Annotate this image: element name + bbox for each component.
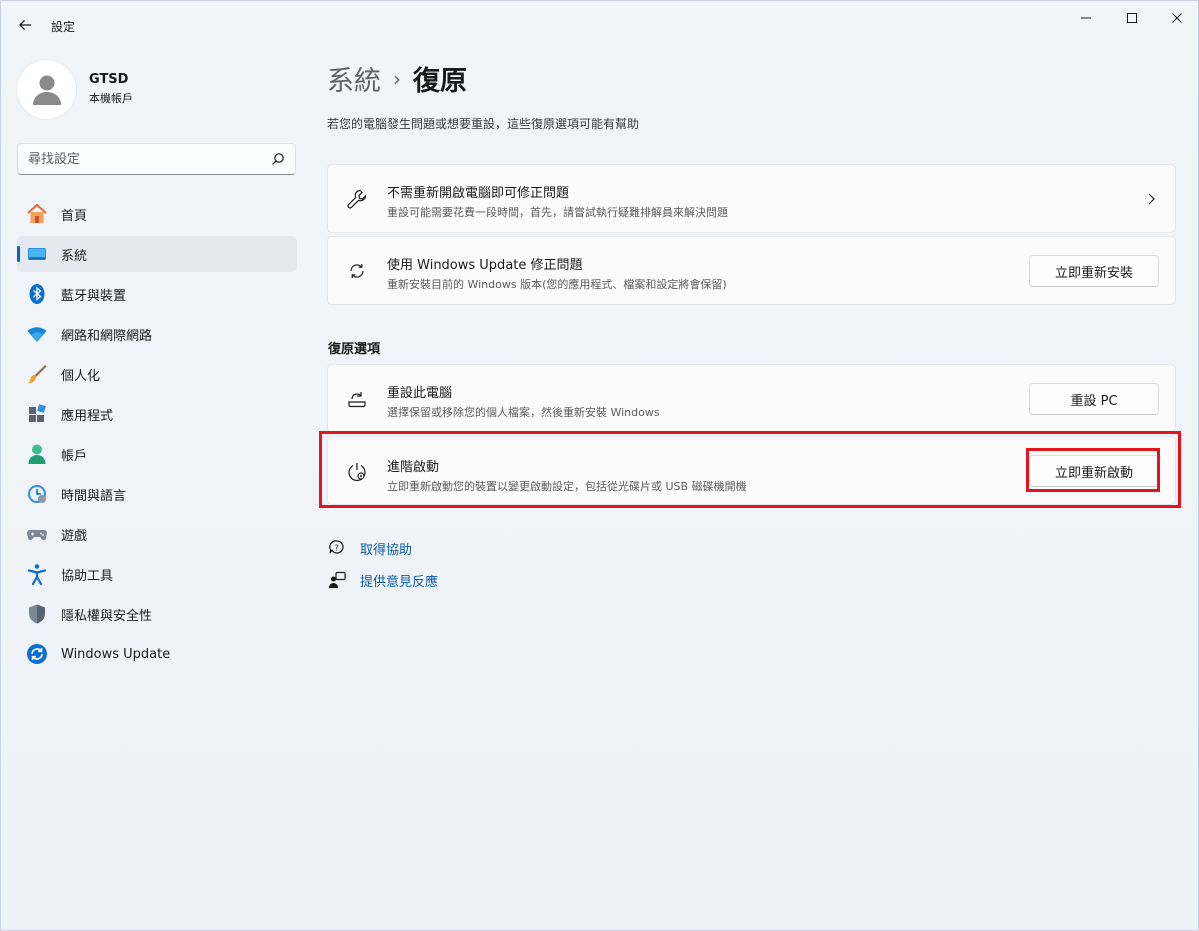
- advanced-startup-icon: [344, 459, 370, 485]
- back-button[interactable]: [11, 11, 39, 39]
- brush-icon: [25, 362, 49, 386]
- title-bar: 設定: [1, 1, 1198, 49]
- accessibility-icon: [25, 562, 49, 586]
- sidebar-item-accounts[interactable]: 帳戶: [17, 436, 297, 472]
- sidebar-item-label: 藍牙與裝置: [61, 288, 127, 304]
- sidebar-item-label: 時間與語言: [61, 488, 127, 504]
- user-avatar-icon: [32, 75, 61, 105]
- page-title: 復原: [413, 66, 467, 97]
- reset-pc-icon: [344, 386, 370, 412]
- page-subtitle: 若您的電腦發生問題或想要重設，這些復原選項可能有幫助: [327, 117, 640, 131]
- wrench-icon: [344, 186, 370, 212]
- reset-pc-button[interactable]: 重設 PC: [1029, 383, 1159, 415]
- sidebar-item-bluetooth[interactable]: 藍牙與裝置: [17, 276, 297, 312]
- restart-now-button[interactable]: 立即重新啟動: [1029, 455, 1159, 487]
- sidebar-item-windows-update[interactable]: Windows Update: [17, 636, 297, 672]
- home-icon: [25, 202, 49, 226]
- card-title: 不需重新開啟電腦即可修正問題: [387, 186, 570, 201]
- card-description: 重設可能需要花費一段時間，首先，請嘗試執行疑難排解員來解決問題: [387, 206, 728, 219]
- breadcrumb-parent[interactable]: 系統: [327, 59, 381, 98]
- get-help-link[interactable]: ? 取得協助: [327, 538, 412, 558]
- reset-pc-card: 重設此電腦 選擇保留或移除您的個人檔案，然後重新安裝 Windows 重設 PC: [327, 364, 1176, 433]
- account-icon: [25, 442, 49, 466]
- windows-update-icon: [25, 642, 49, 666]
- minimize-button[interactable]: [1063, 1, 1109, 35]
- sidebar-item-label: Windows Update: [61, 646, 171, 662]
- chevron-right-icon: [1148, 193, 1155, 205]
- sidebar-item-time-language[interactable]: 時間與語言: [17, 476, 297, 512]
- search-icon[interactable]: [271, 152, 285, 166]
- link-label[interactable]: 取得協助: [360, 539, 412, 558]
- sidebar-nav: 首頁 系統 藍牙與裝置 網路和網際網路 個人化 應用程式 帳戶 時間與語言 遊戲…: [17, 196, 297, 676]
- sidebar-item-label: 協助工具: [61, 568, 114, 584]
- sidebar-item-privacy[interactable]: 隱私權與安全性: [17, 596, 297, 632]
- sidebar-item-label: 網路和網際網路: [61, 328, 153, 344]
- reinstall-now-button[interactable]: 立即重新安裝: [1029, 255, 1159, 287]
- settings-window: 設定 GTSD 本機帳戶 尋找設定 首頁 系統 藍牙與裝置 網路和網際網路 個人…: [0, 0, 1199, 931]
- breadcrumb: 系統 › 復原: [327, 59, 467, 98]
- card-title: 進階啟動: [387, 460, 440, 475]
- sidebar-item-apps[interactable]: 應用程式: [17, 396, 297, 432]
- sidebar-item-label: 個人化: [61, 368, 101, 384]
- minimize-icon: [1081, 17, 1091, 19]
- close-icon: [1172, 13, 1182, 23]
- sidebar-item-system[interactable]: 系統: [17, 236, 297, 272]
- troubleshoot-card[interactable]: 不需重新開啟電腦即可修正問題 重設可能需要花費一段時間，首先，請嘗試執行疑難排解…: [327, 164, 1176, 233]
- apps-icon: [25, 402, 49, 426]
- sidebar-item-gaming[interactable]: 遊戲: [17, 516, 297, 552]
- sidebar-item-accessibility[interactable]: 協助工具: [17, 556, 297, 592]
- back-arrow-icon: [19, 20, 31, 30]
- shield-icon: [25, 602, 49, 626]
- search-box[interactable]: [17, 143, 296, 175]
- sidebar-item-personalization[interactable]: 個人化: [17, 356, 297, 392]
- user-profile[interactable]: GTSD 本機帳戶: [17, 59, 133, 119]
- close-button[interactable]: [1154, 1, 1199, 35]
- card-title: 重設此電腦: [387, 386, 453, 401]
- sidebar-item-label: 遊戲: [61, 528, 88, 544]
- maximize-icon: [1127, 13, 1137, 23]
- profile-name: GTSD: [89, 72, 129, 87]
- feedback-icon: [327, 570, 347, 590]
- breadcrumb-separator: ›: [393, 66, 401, 91]
- svg-text:?: ?: [335, 544, 339, 553]
- sync-icon: [344, 258, 370, 284]
- card-description: 立即重新啟動您的裝置以變更啟動設定，包括從光碟片或 USB 磁碟機開機: [387, 480, 747, 493]
- sidebar-item-home[interactable]: 首頁: [17, 196, 297, 232]
- card-description: 選擇保留或移除您的個人檔案，然後重新安裝 Windows: [387, 406, 660, 419]
- sidebar-item-label: 帳戶: [61, 448, 88, 464]
- help-icon: ?: [327, 538, 347, 558]
- system-icon: [25, 242, 49, 266]
- sidebar-item-label: 系統: [61, 248, 88, 264]
- advanced-startup-card: 進階啟動 立即重新啟動您的裝置以變更啟動設定，包括從光碟片或 USB 磁碟機開機…: [327, 436, 1176, 505]
- bluetooth-icon: [25, 282, 49, 306]
- section-title: 復原選項: [328, 342, 381, 357]
- sidebar-item-label: 應用程式: [61, 408, 114, 424]
- windows-update-fix-card: 使用 Windows Update 修正問題 重新安裝目前的 Windows 版…: [327, 236, 1176, 305]
- gamepad-icon: [25, 522, 49, 546]
- sidebar-item-network[interactable]: 網路和網際網路: [17, 316, 297, 352]
- sidebar-item-label: 隱私權與安全性: [61, 608, 153, 624]
- feedback-link[interactable]: 提供意見反應: [327, 570, 438, 590]
- maximize-button[interactable]: [1109, 1, 1155, 35]
- avatar: [17, 59, 76, 119]
- time-language-icon: [25, 482, 49, 506]
- link-label[interactable]: 提供意見反應: [360, 571, 438, 590]
- app-title: 設定: [51, 20, 76, 34]
- search-input[interactable]: [28, 151, 258, 167]
- card-description: 重新安裝目前的 Windows 版本(您的應用程式、檔案和設定將會保留): [387, 278, 727, 291]
- card-title: 使用 Windows Update 修正問題: [387, 258, 583, 273]
- sidebar-item-label: 首頁: [61, 208, 88, 224]
- wifi-icon: [25, 322, 49, 346]
- profile-account-type: 本機帳戶: [89, 92, 133, 105]
